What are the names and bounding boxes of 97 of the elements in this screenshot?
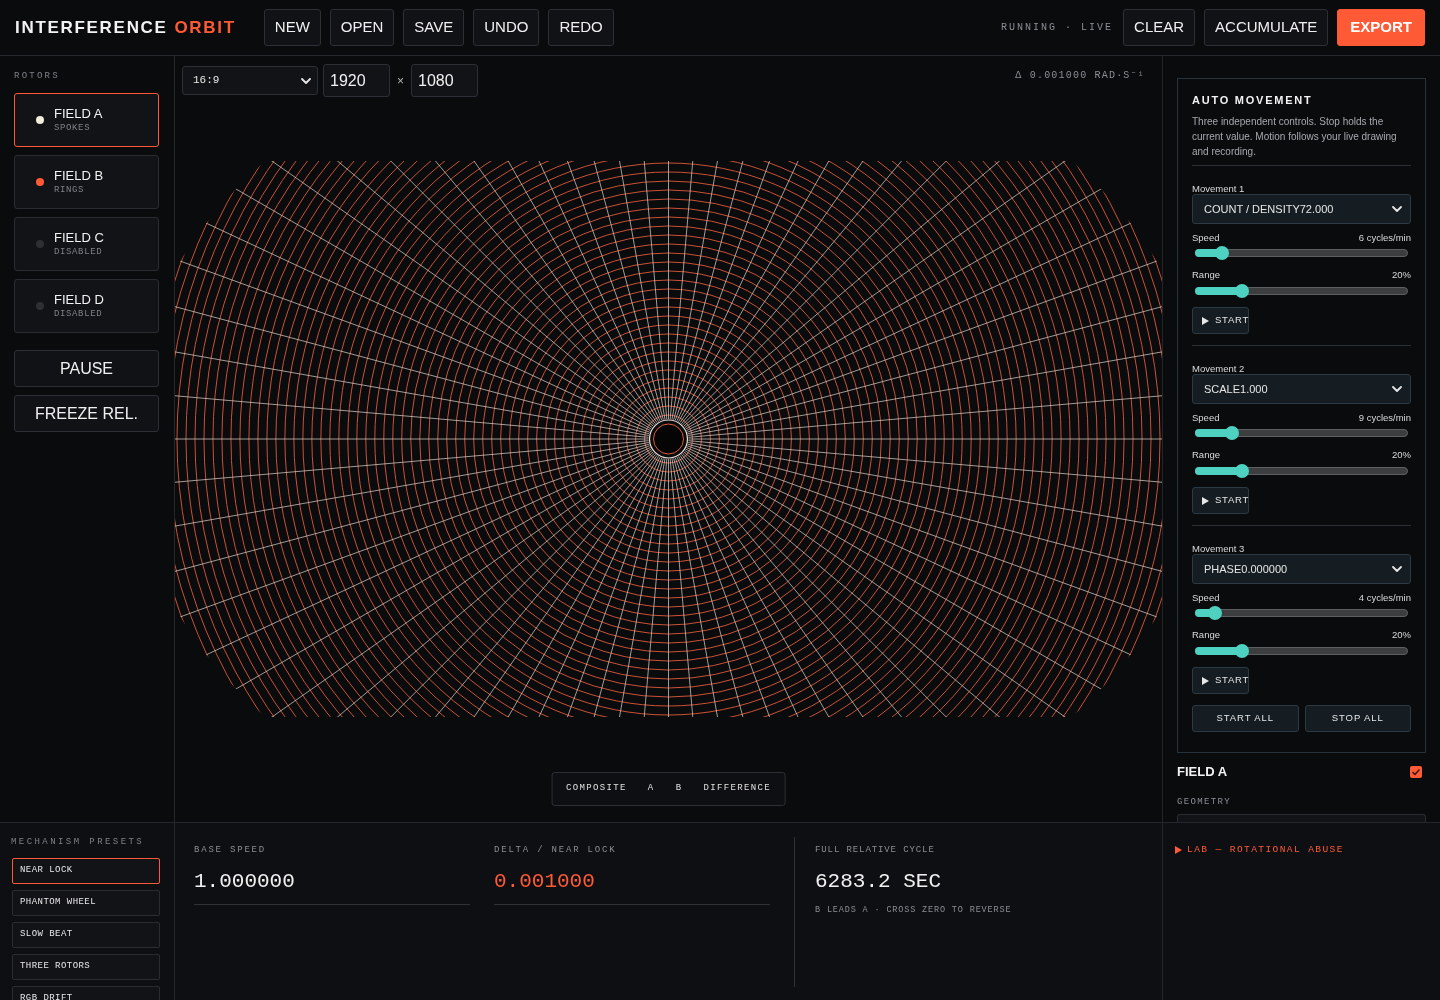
movement-label: Movement 1 (1192, 184, 1246, 194)
start-button[interactable]: START (1192, 487, 1249, 514)
slider-value: 4 cycles/min (1358, 593, 1411, 603)
sidebar-button[interactable]: FREEZE REL. (14, 395, 159, 432)
blend-mode-option[interactable]: B (665, 776, 693, 802)
slider-thumb[interactable] (1208, 606, 1223, 620)
section-title: FIELD A (1177, 765, 1228, 779)
section-heading: ROTORS (14, 71, 61, 81)
preset-button[interactable]: RGB DRIFT (12, 986, 160, 1000)
panel-button[interactable]: START ALL (1192, 705, 1299, 732)
preset-button[interactable]: THREE ROTORS (12, 954, 160, 980)
stat-value: 0.001000 (494, 871, 770, 905)
slider-value: 6 cycles/min (1358, 233, 1411, 243)
check-icon (1412, 768, 1420, 776)
caret-icon (301, 77, 311, 84)
stat-value: 6283.2 SEC (815, 871, 943, 892)
play-icon (1202, 316, 1209, 325)
rotor-name: FIELD D (54, 292, 104, 307)
slider-value: 20% (1392, 630, 1411, 640)
slider-label: Speed (1192, 413, 1220, 423)
sidebar-button[interactable]: PAUSE (14, 350, 159, 387)
caret-icon (1392, 566, 1402, 572)
stat-value: 1.000000 (194, 871, 470, 905)
slider-label: Range (1192, 630, 1220, 640)
rotor-name: FIELD A (54, 106, 103, 121)
blend-mode-option[interactable]: COMPOSITE (556, 776, 637, 802)
rotor-detail: DISABLED (54, 309, 104, 320)
panel-button[interactable]: STOP ALL (1304, 705, 1411, 732)
rotor-name: FIELD C (54, 230, 104, 245)
preset-button[interactable]: NEAR LOCK (12, 858, 160, 884)
width-input[interactable]: 1920 (323, 64, 390, 97)
rotor-detail: DISABLED (54, 247, 104, 258)
stat-note: B LEADS A · CROSS ZERO TO REVERSE (815, 906, 1012, 915)
range-slider[interactable] (1195, 644, 1408, 658)
toolbar-button[interactable]: ACCUMULATE (1204, 9, 1329, 46)
blend-mode-option[interactable]: DIFFERENCE (693, 776, 781, 802)
toolbar-button[interactable]: CLEAR (1123, 9, 1196, 46)
toolbar-button[interactable]: REDO (548, 9, 614, 46)
status-text: RUNNING · LIVE (1001, 21, 1114, 35)
slider-label: Speed (1192, 593, 1220, 603)
rotor-card[interactable]: FIELD A SPOKES (14, 93, 159, 147)
slider-value: 20% (1392, 270, 1411, 280)
rotor-card[interactable]: FIELD D DISABLED (14, 279, 159, 333)
height-input[interactable]: 1080 (411, 64, 478, 97)
range-slider[interactable] (1195, 464, 1408, 478)
toolbar-button[interactable]: NEW (263, 9, 321, 46)
slider-thumb[interactable] (1234, 464, 1249, 478)
dimension-separator: × (397, 72, 404, 90)
parameter-select[interactable]: COUNT / DENSITY72.000 (1192, 194, 1411, 224)
speed-slider[interactable] (1195, 426, 1408, 440)
slider-label: Range (1192, 270, 1220, 280)
slider-label: Range (1192, 450, 1220, 460)
start-button[interactable]: START (1192, 307, 1249, 334)
toolbar-button[interactable]: UNDO (473, 9, 540, 46)
toolbar-button[interactable]: SAVE (403, 9, 465, 46)
speed-slider[interactable] (1195, 606, 1408, 620)
rotor-name: FIELD B (54, 168, 104, 183)
panel-description: Three independent controls. Stop holds the current value. Motion follows your live drawing and recording. (1192, 115, 1398, 159)
slider-label: Speed (1192, 233, 1220, 243)
stat-label: BASE SPEED (194, 846, 267, 855)
start-button[interactable]: START (1192, 667, 1249, 694)
play-icon (1202, 676, 1209, 685)
aspect-ratio-select[interactable]: 16:9 (182, 66, 318, 95)
preset-button[interactable]: SLOW BEAT (12, 922, 160, 948)
play-icon (1202, 496, 1209, 505)
rotor-card[interactable]: FIELD C DISABLED (14, 217, 159, 271)
section-heading: GEOMETRY (1177, 797, 1232, 807)
stat-label: DELTA / NEAR LOCK (494, 846, 618, 855)
enable-checkbox[interactable] (1410, 766, 1422, 778)
rotor-detail: RINGS (54, 185, 86, 196)
slider-thumb[interactable] (1234, 644, 1249, 658)
slider-value: 20% (1392, 450, 1411, 460)
app-logo: INTERFERENCE ORBIT (15, 17, 236, 38)
caret-icon (1392, 206, 1402, 212)
caret-icon (1392, 386, 1402, 392)
speed-slider[interactable] (1195, 246, 1408, 260)
geometry-field[interactable] (1177, 814, 1426, 822)
rotor-detail: SPOKES (54, 123, 92, 134)
parameter-select[interactable]: PHASE0.000000 (1192, 554, 1411, 584)
blend-mode-option[interactable]: A (637, 776, 665, 802)
slider-thumb[interactable] (1234, 284, 1249, 298)
rotor-card[interactable]: FIELD B RINGS (14, 155, 159, 209)
slider-thumb[interactable] (1214, 246, 1229, 260)
delta-readout: Δ 0.001000 RAD·S⁻¹ (1015, 71, 1145, 81)
parameter-select[interactable]: SCALE1.000 (1192, 374, 1411, 404)
movement-label: Movement 2 (1192, 364, 1246, 374)
slider-thumb[interactable] (1224, 426, 1239, 440)
section-heading: MECHANISM PRESETS (11, 837, 146, 847)
toolbar-button[interactable]: OPEN (329, 9, 395, 46)
slider-value: 9 cycles/min (1358, 413, 1411, 423)
preset-button[interactable]: PHANTOM WHEEL (12, 890, 160, 916)
lab-link[interactable]: LAB — ROTATIONAL ABUSE (1175, 845, 1344, 855)
play-icon (1175, 846, 1182, 854)
stat-label: FULL RELATIVE CYCLE (815, 846, 936, 855)
movement-label: Movement 3 (1192, 544, 1246, 554)
range-slider[interactable] (1195, 284, 1408, 298)
panel-title: AUTO MOVEMENT (1192, 95, 1314, 106)
